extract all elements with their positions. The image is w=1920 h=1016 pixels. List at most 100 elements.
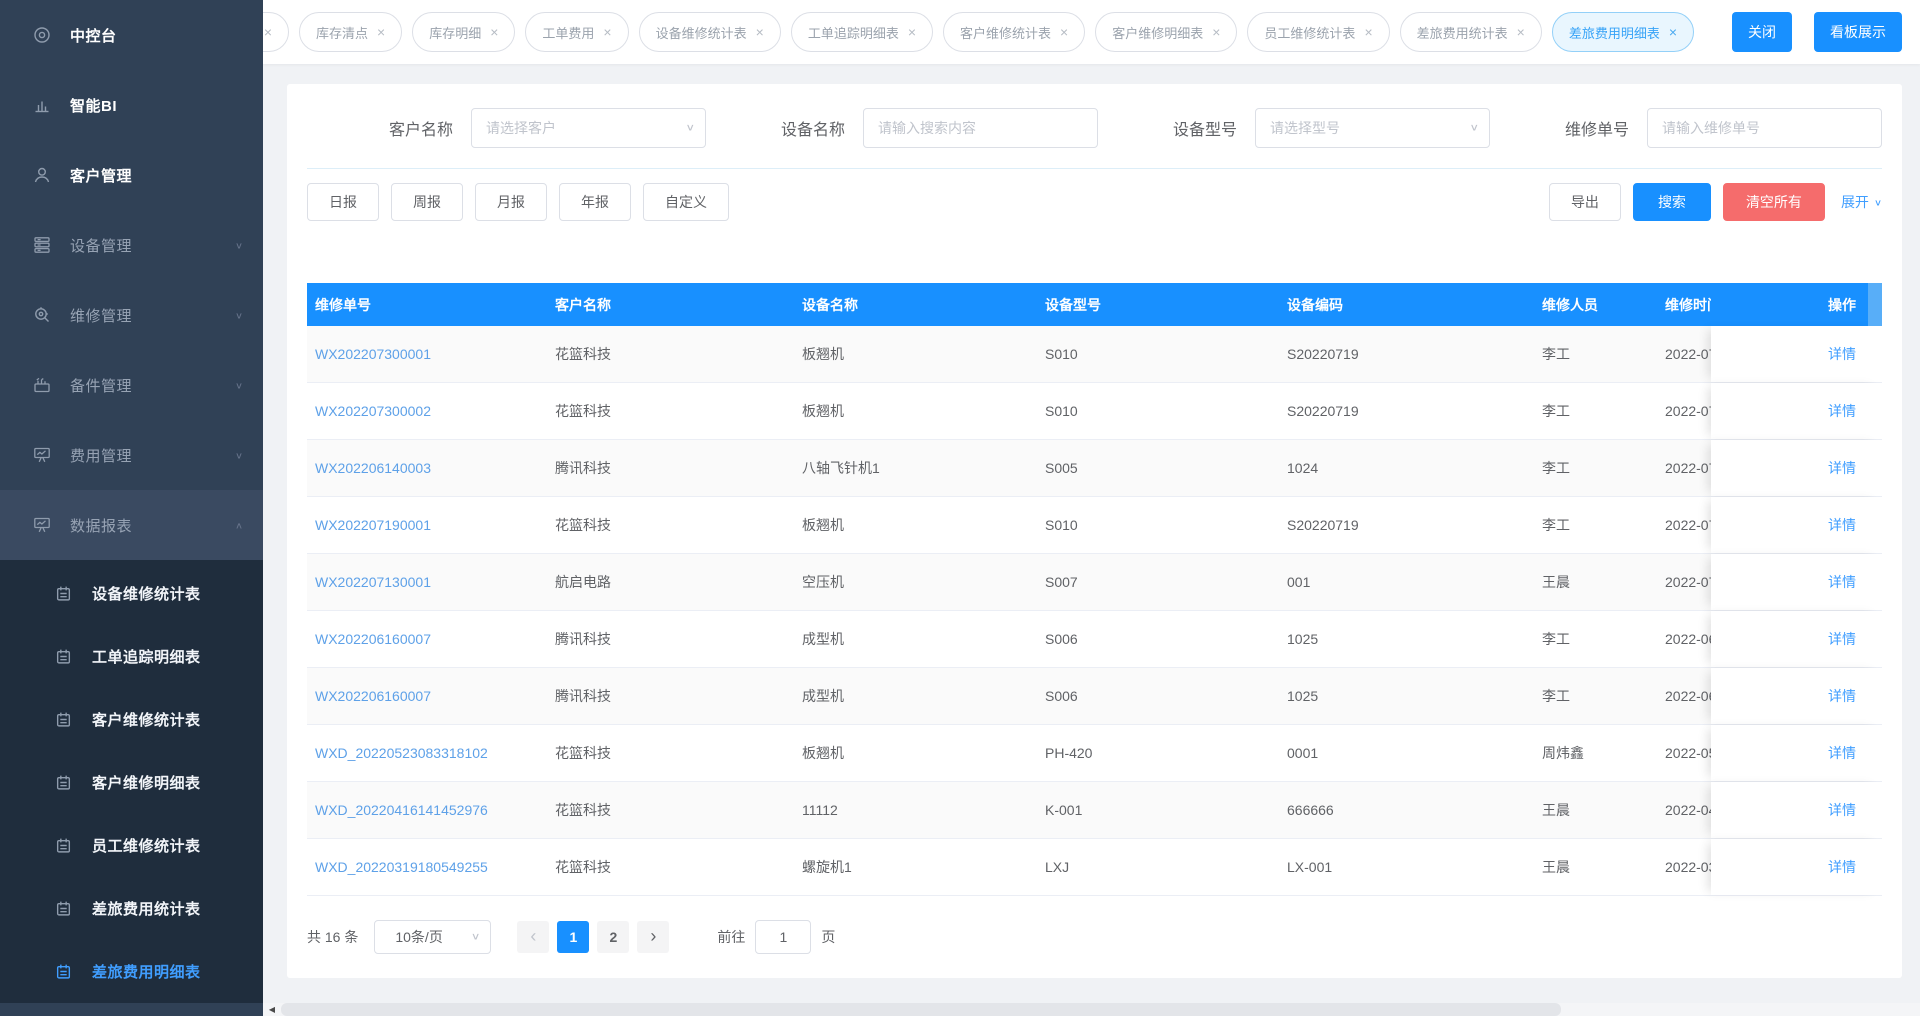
tab[interactable]: 客户维修明细表 ×: [1095, 12, 1238, 52]
sidebar-item-label: 费用管理: [70, 447, 133, 465]
scroll-left-icon[interactable]: ◀: [263, 1003, 281, 1016]
tab[interactable]: 工单追踪明细表 ×: [790, 12, 934, 52]
detail-link[interactable]: 详情: [1828, 572, 1856, 592]
detail-link[interactable]: 详情: [1828, 515, 1856, 535]
close-icon[interactable]: ×: [908, 25, 916, 39]
detail-link[interactable]: 详情: [1828, 857, 1856, 877]
sidebar-item-customers[interactable]: 客户管理: [0, 140, 263, 210]
close-icon[interactable]: ×: [756, 25, 764, 39]
close-all-button[interactable]: 关闭: [1732, 12, 1792, 52]
search-button[interactable]: 搜索: [1632, 183, 1711, 221]
tab[interactable]: 库存清点 ×: [299, 12, 403, 52]
repair-order-number-link[interactable]: WX202207130001: [307, 574, 547, 590]
detail-link[interactable]: 详情: [1828, 686, 1856, 706]
sidebar-item-spare-parts[interactable]: 备件管理 ∨: [0, 350, 263, 420]
tab[interactable]: 员工维修统计表 ×: [1247, 12, 1390, 52]
tab[interactable]: 工单费用 ×: [525, 12, 629, 52]
tab[interactable]: ×: [263, 12, 289, 52]
period-button[interactable]: 周报: [391, 183, 463, 221]
close-icon[interactable]: ×: [264, 25, 272, 39]
device-model-cell: K-001: [1045, 802, 1083, 818]
detail-link[interactable]: 详情: [1828, 743, 1856, 763]
page-number-button[interactable]: 2: [597, 921, 630, 953]
customer-select-input[interactable]: [471, 108, 706, 148]
detail-link[interactable]: 详情: [1828, 458, 1856, 478]
sidebar-item-console[interactable]: 中控台: [0, 0, 263, 70]
device-model-cell: S007: [1045, 574, 1078, 590]
clear-all-button[interactable]: 清空所有: [1722, 183, 1825, 221]
repair-order-number-link[interactable]: WX202206160007: [307, 631, 547, 647]
tab[interactable]: 库存明细 ×: [412, 12, 516, 52]
sidebar-submenu-item[interactable]: 客户维修明细表: [0, 751, 263, 814]
page-size-select[interactable]: 10条/页 ∨: [374, 920, 492, 954]
close-icon[interactable]: ×: [377, 25, 385, 39]
detail-link[interactable]: 详情: [1828, 629, 1856, 649]
repair-order-input[interactable]: [1647, 108, 1882, 148]
toolbar: 日报 周报 月报 年报 自定义 导出 搜索 清空所有 展开 ∨: [307, 183, 1882, 221]
repair-order-number-link[interactable]: WXD_20220416141452976: [307, 802, 547, 818]
repair-order-number-link[interactable]: WXD_20220319180549255: [307, 859, 547, 875]
tab[interactable]: 设备维修统计表 ×: [638, 12, 781, 52]
pager: ‹ 1 2 ›: [517, 921, 670, 953]
detail-link[interactable]: 详情: [1828, 800, 1856, 820]
sidebar-submenu-item[interactable]: 客户维修统计表: [0, 688, 263, 751]
close-icon[interactable]: ×: [490, 25, 498, 39]
close-icon[interactable]: ×: [1212, 25, 1220, 39]
sidebar-item-expenses[interactable]: 费用管理 ∨: [0, 420, 263, 490]
sidebar-submenu-item[interactable]: 差旅费用统计表: [0, 877, 263, 940]
sidebar-submenu-item[interactable]: 设备维修统计表: [0, 562, 263, 625]
actions-cell: 详情: [1711, 668, 1882, 724]
device-name-input[interactable]: [863, 108, 1098, 148]
period-button[interactable]: 日报: [307, 183, 379, 221]
repair-order-field[interactable]: [1647, 108, 1882, 148]
period-button[interactable]: 年报: [559, 183, 631, 221]
expand-label: 展开: [1840, 194, 1869, 210]
customer-cell: 花篮科技: [555, 346, 611, 362]
sidebar-item-smart-bi[interactable]: 智能BI: [0, 70, 263, 140]
close-icon[interactable]: ×: [1517, 25, 1525, 39]
detail-link[interactable]: 详情: [1828, 401, 1856, 421]
period-button[interactable]: 自定义: [643, 183, 729, 221]
sidebar-submenu-item[interactable]: 员工维修统计表: [0, 814, 263, 877]
sidebar-submenu-item[interactable]: 差旅费用明细表: [0, 940, 263, 1003]
repair-person-cell: 王晨: [1542, 574, 1570, 590]
repair-person-cell: 王晨: [1542, 859, 1570, 875]
expand-toggle[interactable]: 展开 ∨: [1841, 192, 1882, 212]
repair-order-number-link[interactable]: WX202206140003: [307, 460, 547, 476]
tab[interactable]: 差旅费用统计表 ×: [1399, 12, 1542, 52]
sidebar-submenu-item[interactable]: 工单追踪明细表: [0, 625, 263, 688]
tab[interactable]: 客户维修统计表 ×: [943, 12, 1086, 52]
sidebar-item-reports[interactable]: 数据报表 ∧: [0, 490, 263, 560]
next-page-button[interactable]: ›: [637, 921, 670, 953]
sidebar-submenu-label: 设备维修统计表: [92, 586, 201, 603]
period-button[interactable]: 月报: [475, 183, 547, 221]
horizontal-scrollbar[interactable]: ◀: [263, 1003, 1920, 1016]
export-button[interactable]: 导出: [1548, 183, 1621, 221]
repair-order-number-link[interactable]: WX202207300001: [307, 346, 547, 362]
close-icon[interactable]: ×: [1364, 25, 1372, 39]
sidebar-item-devices[interactable]: 设备管理 ∨: [0, 210, 263, 280]
device-name-cell: 板翘机: [802, 517, 844, 533]
device-model-select[interactable]: ∨: [1255, 108, 1490, 148]
close-icon[interactable]: ×: [1669, 25, 1677, 39]
sidebar-item-repairs[interactable]: 维修管理 ∨: [0, 280, 263, 350]
repair-order-number-link[interactable]: WX202206160007: [307, 688, 547, 704]
prev-page-button[interactable]: ‹: [517, 921, 550, 953]
repair-order-number-link[interactable]: WX202207190001: [307, 517, 547, 533]
goto-page-input[interactable]: [755, 920, 812, 954]
tab[interactable]: 差旅费用明细表 ×: [1551, 12, 1695, 52]
detail-link[interactable]: 详情: [1828, 344, 1856, 364]
device-model-select-input[interactable]: [1255, 108, 1490, 148]
customer-select[interactable]: ∨: [471, 108, 706, 148]
device-name-field[interactable]: [863, 108, 1098, 148]
filter-device-model: 设备型号 ∨: [1155, 108, 1490, 148]
repair-order-number-link[interactable]: WXD_20220523083318102: [307, 745, 547, 761]
expense-icon: [32, 445, 54, 465]
board-display-button[interactable]: 看板展示: [1814, 12, 1902, 52]
page-number-button[interactable]: 1: [557, 921, 590, 953]
scrollbar-thumb[interactable]: [281, 1003, 1561, 1016]
repair-time-cell: 2022-07: [1665, 403, 1711, 419]
repair-order-number-link[interactable]: WX202207300002: [307, 403, 547, 419]
close-icon[interactable]: ×: [1060, 25, 1068, 39]
close-icon[interactable]: ×: [603, 25, 611, 39]
